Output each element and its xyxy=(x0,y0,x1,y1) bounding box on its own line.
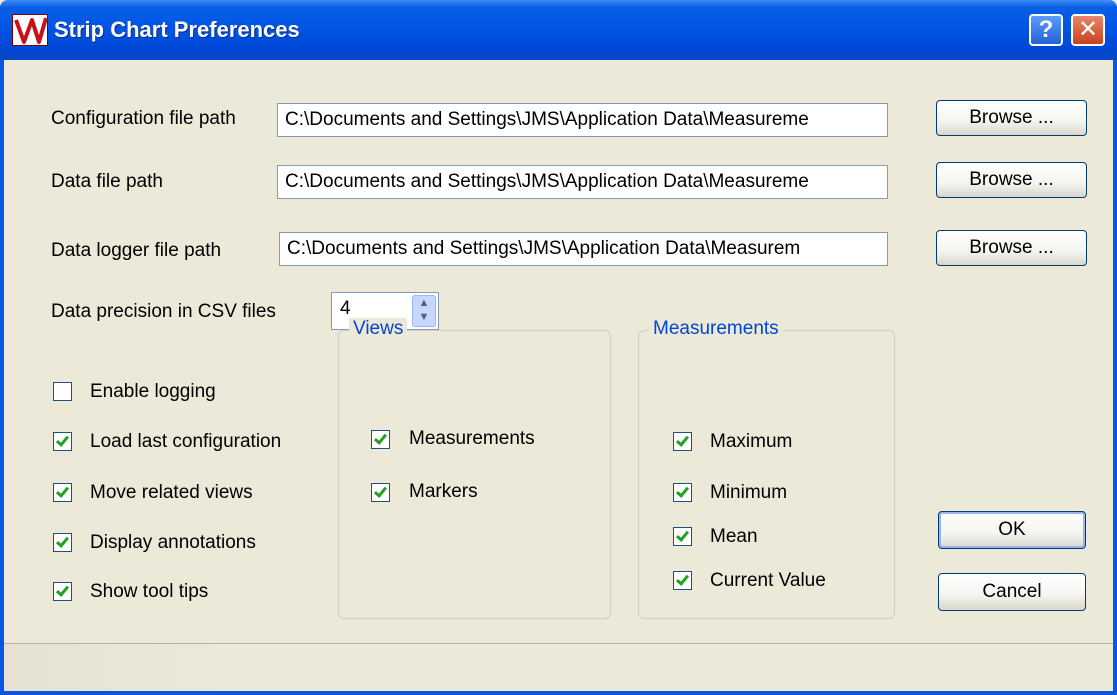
precision-value: 4 xyxy=(340,298,351,319)
checkmark-icon xyxy=(373,484,388,498)
dialog-window: Strip Chart Preferences ? ✕ Configuratio… xyxy=(0,0,1117,695)
checkmark-icon xyxy=(675,572,690,586)
maximum-checkbox[interactable] xyxy=(673,432,692,451)
title-bar[interactable]: Strip Chart Preferences ? ✕ xyxy=(0,0,1117,60)
current-value-label: Current Value xyxy=(710,570,826,591)
enable-logging-label: Enable logging xyxy=(90,381,216,402)
checkmark-icon xyxy=(55,433,70,447)
close-button[interactable]: ✕ xyxy=(1071,14,1105,46)
config-browse-button[interactable]: Browse ... xyxy=(936,100,1087,136)
display-annotations-checkbox[interactable] xyxy=(53,533,72,552)
spin-up-icon[interactable]: ▲ xyxy=(413,296,435,310)
cancel-button[interactable]: Cancel xyxy=(938,573,1086,611)
checkmark-icon xyxy=(675,484,690,498)
checkmark-icon xyxy=(373,431,388,445)
checkmark-icon xyxy=(55,484,70,498)
data-path-field[interactable]: C:\Documents and Settings\JMS\Applicatio… xyxy=(277,165,888,199)
window-title: Strip Chart Preferences xyxy=(54,17,300,42)
ok-button[interactable]: OK xyxy=(938,511,1086,549)
help-button[interactable]: ? xyxy=(1029,14,1063,46)
move-related-views-label: Move related views xyxy=(90,482,253,503)
spin-down-icon[interactable]: ▼ xyxy=(413,310,435,324)
mean-checkbox[interactable] xyxy=(673,527,692,546)
data-path-label: Data file path xyxy=(51,171,163,192)
minimum-checkbox[interactable] xyxy=(673,483,692,502)
current-value-checkbox[interactable] xyxy=(673,571,692,590)
views-groupbox: Views Measurements Markers xyxy=(338,318,611,619)
move-related-views-checkbox[interactable] xyxy=(53,483,72,502)
logger-path-field[interactable]: C:\Documents and Settings\JMS\Applicatio… xyxy=(279,232,888,266)
mean-label: Mean xyxy=(710,526,758,547)
status-bar xyxy=(4,643,1113,691)
logger-browse-button[interactable]: Browse ... xyxy=(936,230,1087,266)
view-markers-label: Markers xyxy=(409,481,478,502)
display-annotations-label: Display annotations xyxy=(90,532,256,553)
checkmark-icon xyxy=(675,433,690,447)
strip-chart-logo-icon xyxy=(12,14,48,46)
view-markers-checkbox[interactable] xyxy=(371,483,390,502)
show-tool-tips-checkbox[interactable] xyxy=(53,582,72,601)
views-group-title: Views xyxy=(349,318,408,340)
config-path-field[interactable]: C:\Documents and Settings\JMS\Applicatio… xyxy=(277,103,888,137)
checkmark-icon xyxy=(675,528,690,542)
spin-buttons[interactable]: ▲ ▼ xyxy=(412,295,436,327)
show-tool-tips-label: Show tool tips xyxy=(90,581,209,602)
load-last-config-label: Load last configuration xyxy=(90,431,282,452)
data-browse-button[interactable]: Browse ... xyxy=(936,162,1087,198)
measurements-groupbox: Measurements Maximum Minimum Mean Curren… xyxy=(638,318,895,619)
enable-logging-checkbox[interactable] xyxy=(53,382,72,401)
dialog-body: Configuration file path C:\Documents and… xyxy=(4,60,1113,691)
measurements-group-title: Measurements xyxy=(649,318,783,340)
view-measurements-checkbox[interactable] xyxy=(371,430,390,449)
load-last-config-checkbox[interactable] xyxy=(53,432,72,451)
logger-path-label: Data logger file path xyxy=(51,240,222,261)
checkmark-icon xyxy=(55,534,70,548)
minimum-label: Minimum xyxy=(710,482,788,503)
precision-label: Data precision in CSV files xyxy=(51,301,276,322)
checkmark-icon xyxy=(55,583,70,597)
config-path-label: Configuration file path xyxy=(51,108,236,129)
view-measurements-label: Measurements xyxy=(409,428,535,449)
maximum-label: Maximum xyxy=(710,431,793,452)
